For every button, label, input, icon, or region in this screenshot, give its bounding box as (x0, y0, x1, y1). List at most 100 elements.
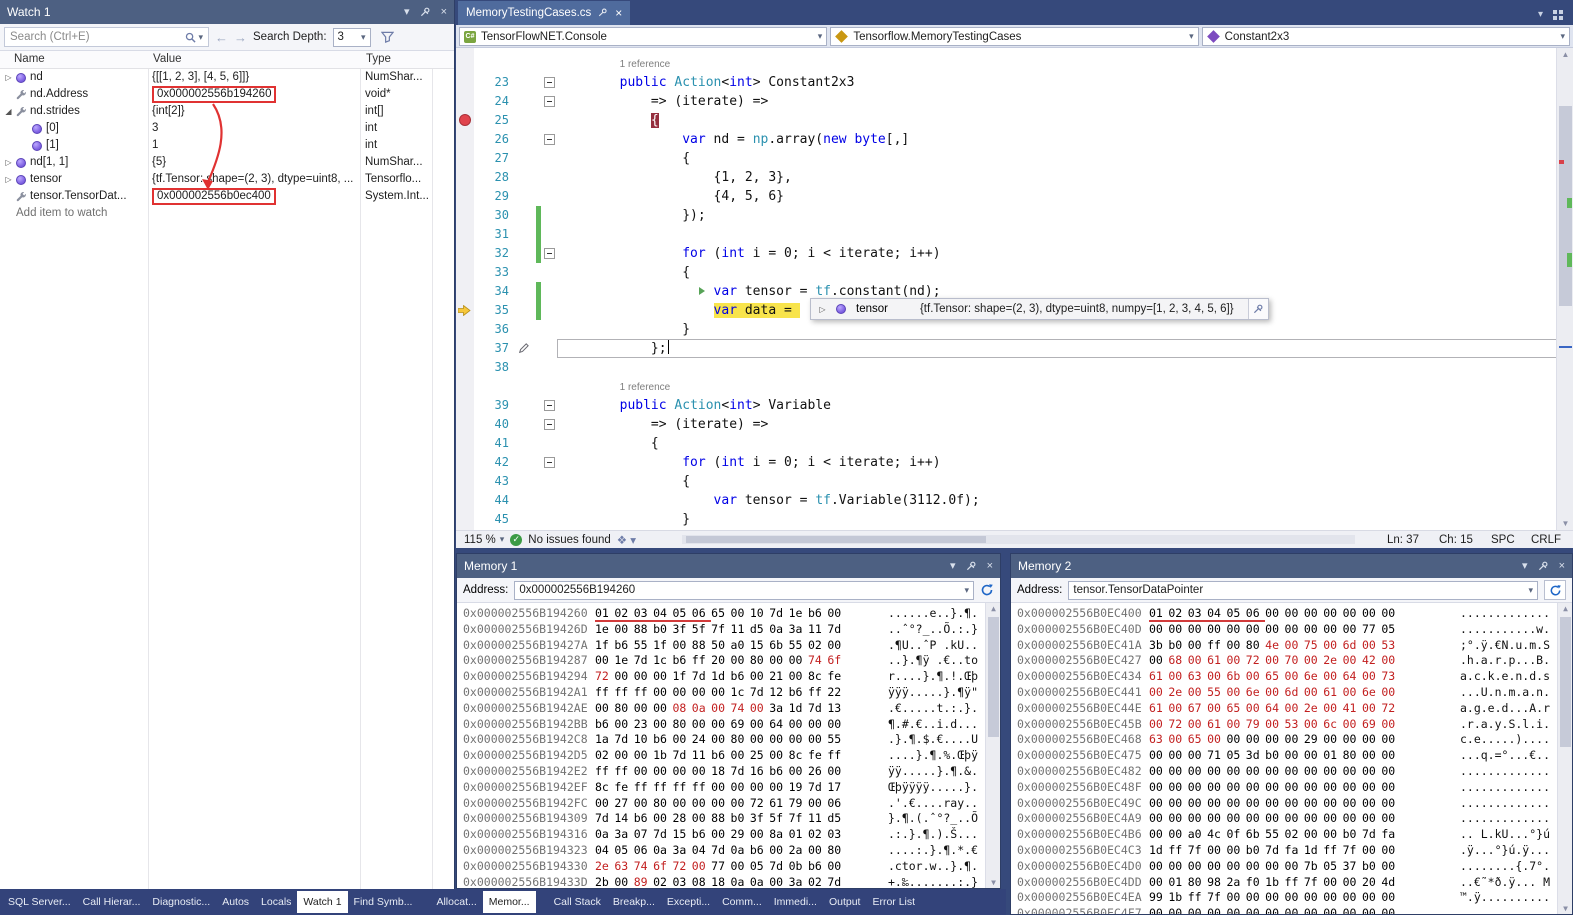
bottom-tab-comm[interactable]: Comm... (716, 891, 768, 913)
breakpoint-margin[interactable] (456, 187, 474, 206)
outlining-margin[interactable] (541, 206, 557, 225)
scrollbar-thumb[interactable] (1560, 617, 1571, 747)
search-next-icon[interactable]: → (234, 30, 247, 45)
window-layout-icon[interactable] (1553, 10, 1563, 20)
scroll-down-icon[interactable]: ▼ (1558, 904, 1572, 913)
code-text[interactable]: { (557, 472, 1573, 491)
breakpoint-margin[interactable] (456, 111, 474, 130)
zoom-select[interactable]: 115 % ▾ (464, 534, 504, 546)
pin-icon[interactable] (1538, 561, 1549, 572)
breakpoint-margin[interactable] (456, 244, 474, 263)
scroll-up-icon[interactable]: ▲ (986, 604, 1000, 613)
watch-row[interactable]: [0]3int (0, 120, 454, 137)
breakpoint-margin[interactable] (456, 396, 474, 415)
close-icon[interactable]: × (441, 7, 447, 18)
document-list-chevron-icon[interactable]: ▾ (1538, 9, 1543, 20)
search-icon[interactable] (185, 32, 196, 43)
breakpoint-margin[interactable] (456, 472, 474, 491)
bottom-tab-excepti[interactable]: Excepti... (661, 891, 716, 913)
pin-icon[interactable] (420, 7, 431, 18)
codelens-references[interactable]: 1 reference (620, 382, 671, 393)
watch-row[interactable]: ▷nd{[[1, 2, 3], [4, 5, 6]]}NumShar... (0, 69, 454, 86)
code-text[interactable]: }); (557, 206, 1573, 225)
tab-close-icon[interactable]: × (615, 6, 622, 20)
editor-vertical-scrollbar[interactable]: ▲ ▼ (1556, 48, 1573, 530)
bottom-tab-error-list[interactable]: Error List (866, 891, 921, 913)
outlining-margin[interactable] (541, 396, 557, 415)
outlining-margin[interactable] (541, 415, 557, 434)
watch-row[interactable]: ▷tensor{tf.Tensor: shape=(2, 3), dtype=u… (0, 171, 454, 188)
breakpoint-margin[interactable] (456, 453, 474, 472)
bottom-tab-watch-1[interactable]: Watch 1 (297, 891, 347, 913)
breakpoint-margin[interactable] (456, 301, 474, 320)
outlining-margin[interactable] (541, 339, 557, 358)
scroll-up-icon[interactable]: ▲ (1558, 604, 1572, 613)
code-text[interactable]: 1 reference (557, 377, 1573, 396)
breakpoint-margin[interactable] (456, 377, 474, 396)
type-dropdown[interactable]: Tensorflow.MemoryTestingCases ▾ (830, 27, 1198, 46)
status-spc[interactable]: SPC (1491, 534, 1525, 546)
outlining-margin[interactable] (541, 73, 557, 92)
bottom-tab-diagnostic[interactable]: Diagnostic... (146, 891, 216, 913)
code-text[interactable] (557, 225, 1573, 244)
watch-row[interactable]: tensor.TensorDat...0x000002556b0ec400Sys… (0, 188, 454, 205)
bottom-tab-call-stack[interactable]: Call Stack (548, 891, 607, 913)
memory1-address-input[interactable]: 0x000002556B194260 ▾ (514, 581, 974, 600)
outlining-margin[interactable] (541, 377, 557, 396)
watch-row[interactable]: ◢nd.strides{int[2]}int[] (0, 103, 454, 120)
breakpoint-margin[interactable] (456, 415, 474, 434)
breakpoint-margin[interactable] (456, 225, 474, 244)
breakpoint-margin[interactable] (456, 339, 474, 358)
breakpoint-margin[interactable] (456, 434, 474, 453)
expander-icon[interactable]: ▷ (2, 154, 15, 171)
bottom-tab-locals[interactable]: Locals (255, 891, 297, 913)
bottom-tab-allocat[interactable]: Allocat... (430, 891, 482, 913)
bottom-tab-output[interactable]: Output (823, 891, 867, 913)
code-text[interactable]: 1 reference (557, 54, 1573, 73)
outlining-margin[interactable] (541, 244, 557, 263)
watch-row[interactable]: nd.Address0x000002556b194260void* (0, 86, 454, 103)
outlining-margin[interactable] (541, 301, 557, 320)
breakpoint-margin[interactable] (456, 54, 474, 73)
outlining-margin[interactable] (541, 320, 557, 339)
outlining-margin[interactable] (541, 225, 557, 244)
collapse-region-icon[interactable] (544, 77, 555, 88)
search-depth-select[interactable]: 3 ▾ (333, 28, 371, 47)
outlining-margin[interactable] (541, 149, 557, 168)
breakpoint-margin[interactable] (456, 510, 474, 529)
code-text[interactable]: } (557, 510, 1573, 529)
bottom-tab-memor[interactable]: Memor... (483, 891, 536, 913)
outlining-margin[interactable] (541, 358, 557, 377)
memory2-scrollbar[interactable]: ▲ ▼ (1557, 603, 1572, 914)
breakpoint-margin[interactable] (456, 358, 474, 377)
code-text[interactable]: { (557, 111, 1573, 130)
watch-row[interactable]: [1]1int (0, 137, 454, 154)
search-options-chevron-icon[interactable]: ▾ (198, 32, 203, 43)
add-watch-item-row[interactable]: Add item to watch (0, 205, 454, 222)
code-text[interactable]: var nd = np.array(new byte[,] (557, 130, 1573, 149)
breakpoint-margin[interactable] (456, 263, 474, 282)
search-prev-icon[interactable]: ← (215, 30, 228, 45)
code-text[interactable]: { (557, 434, 1573, 453)
code-cleanup-icon[interactable]: ❖ ▾ (617, 533, 636, 547)
outlining-margin[interactable] (541, 510, 557, 529)
outlining-margin[interactable] (541, 491, 557, 510)
outlining-margin[interactable] (541, 111, 557, 130)
expander-icon[interactable]: ▷ (2, 171, 15, 188)
refresh-icon[interactable] (980, 583, 994, 597)
filter-icon[interactable] (381, 31, 394, 43)
outlining-margin[interactable] (541, 187, 557, 206)
memory2-address-input[interactable]: tensor.TensorDataPointer ▾ (1068, 581, 1538, 600)
codelens-references[interactable]: 1 reference (620, 59, 671, 70)
datatip-pin-icon[interactable] (1248, 299, 1268, 319)
close-icon[interactable]: × (1559, 561, 1565, 572)
window-position-icon[interactable]: ▾ (1522, 561, 1528, 572)
outlining-margin[interactable] (541, 263, 557, 282)
bottom-tab-find-symb[interactable]: Find Symb... (348, 891, 419, 913)
outlining-margin[interactable] (541, 453, 557, 472)
breakpoint-margin[interactable] (456, 491, 474, 510)
code-text[interactable]: var tensor = tf.Variable(3112.0f); (557, 491, 1573, 510)
code-text[interactable]: for (int i = 0; i < iterate; i++) (557, 453, 1573, 472)
bottom-tab-immedi[interactable]: Immedi... (768, 891, 823, 913)
breakpoint-icon[interactable] (459, 114, 471, 126)
